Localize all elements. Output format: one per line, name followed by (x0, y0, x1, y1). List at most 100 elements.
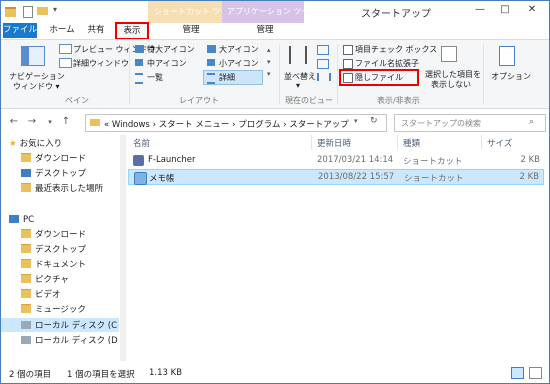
status-item-count: 2 個の項目 (9, 370, 52, 380)
window-title: スタートアップ (361, 9, 431, 20)
l-icons-button[interactable]: 大アイコン (219, 44, 259, 55)
nav-pc-downloads-label: ダウンロード (35, 230, 87, 240)
nav-music[interactable]: ミュージック (21, 303, 86, 317)
breadcrumb-separator[interactable]: › (153, 120, 156, 130)
quick-access-toolbar: ▾ (5, 5, 85, 19)
tab-home[interactable]: ホーム (45, 23, 79, 38)
details-pane-icon (59, 58, 72, 68)
file-size: 2 KB (519, 172, 539, 182)
tab-manage-shortcut[interactable]: 管理 (171, 23, 211, 38)
maximize-button[interactable]: □ (496, 3, 514, 17)
videos-folder-icon (21, 289, 31, 298)
group-by-icon[interactable] (317, 45, 329, 55)
column-divider[interactable] (397, 135, 398, 149)
address-bar[interactable]: « Windows › スタート メニュー › プログラム › スタートアップ … (85, 114, 387, 132)
status-bar: 2 個の項目 1 個の項目を選択 1.13 KB (1, 363, 549, 383)
column-header-date[interactable]: 更新日時 (317, 137, 351, 149)
breadcrumb-overflow[interactable]: « (104, 120, 109, 130)
nav-local-d-label: ローカル ディスク (D (35, 336, 118, 346)
breadcrumb: « Windows › スタート メニュー › プログラム › スタートアップ (104, 118, 349, 130)
context-tab-shortcut-tools: ショートカット ツール (148, 1, 237, 23)
large-icons-toggle-icon[interactable] (529, 367, 542, 379)
nav-pc-downloads[interactable]: ダウンロード (21, 228, 86, 242)
item-checkbox-toggle[interactable] (343, 45, 353, 55)
group-label-layout: レイアウト (179, 96, 219, 105)
search-placeholder: スタートアップの検索 (401, 119, 481, 128)
tab-share[interactable]: 共有 (81, 23, 111, 38)
tab-file[interactable]: ファイル (3, 23, 37, 38)
forward-button[interactable]: → (25, 115, 39, 129)
m-icons-button[interactable]: 中アイコン (147, 58, 187, 69)
close-button[interactable]: ✕ (523, 3, 541, 17)
tab-manage-app[interactable]: 管理 (245, 23, 285, 38)
breadcrumb-startup[interactable]: スタートアップ (289, 120, 349, 130)
refresh-icon[interactable]: ↻ (370, 116, 378, 126)
breadcrumb-start-menu[interactable]: スタート メニュー (159, 120, 230, 130)
nav-desktop[interactable]: デスクトップ (21, 167, 86, 181)
file-name: F-Launcher (148, 155, 196, 165)
column-header-type[interactable]: 種類 (403, 137, 420, 149)
nav-downloads-label: ダウンロード (35, 154, 87, 164)
hide-selected-icon (441, 46, 457, 62)
breadcrumb-separator[interactable]: › (283, 120, 286, 130)
nav-pictures[interactable]: ピクチャ (21, 273, 69, 287)
dropdown-icon[interactable]: ▾ (53, 5, 57, 14)
view-tab-highlight (115, 22, 149, 40)
up-button[interactable]: ↑ (59, 115, 73, 129)
nav-scrollbar[interactable] (120, 135, 126, 361)
column-header-size[interactable]: サイズ (487, 137, 512, 149)
group-separator (279, 44, 280, 104)
search-box[interactable]: スタートアップの検索 ⌕ (394, 114, 546, 132)
details-view-toggle-icon[interactable] (511, 367, 524, 379)
item-checkbox-label: 項目チェック ボックス (355, 45, 438, 54)
add-columns-icon[interactable] (317, 59, 329, 69)
nav-pictures-label: ピクチャ (35, 275, 69, 285)
nav-downloads[interactable]: ダウンロード (21, 152, 86, 166)
search-icon[interactable]: ⌕ (529, 117, 534, 127)
options-button[interactable]: オプション (491, 71, 531, 82)
file-size: 2 KB (520, 155, 540, 165)
group-separator (483, 44, 484, 104)
xl-icons-button[interactable]: 特大アイコン (147, 44, 195, 55)
details-view-label: 詳細 (219, 73, 235, 82)
column-header-name[interactable]: 名前 (133, 137, 150, 149)
downloads-icon (21, 153, 31, 162)
sort-dropdown-icon[interactable]: ▾ (296, 81, 300, 90)
file-row-selected[interactable]: メモ帳 2013/08/22 15:57 ショートカット 2 KB (128, 169, 544, 185)
nav-local-disk-d[interactable]: ローカル ディスク (D (21, 334, 118, 348)
minimize-button[interactable]: — (471, 3, 489, 17)
nav-favorites[interactable]: ★ お気に入り (9, 137, 62, 151)
new-folder-icon[interactable] (37, 7, 48, 15)
column-divider[interactable] (311, 135, 312, 149)
preview-pane-icon (59, 44, 72, 54)
back-button[interactable]: ← (7, 115, 21, 129)
s-icons-button[interactable]: 小アイコン (219, 58, 259, 69)
file-type: ショートカット (404, 174, 464, 184)
details-view-icon (207, 73, 215, 84)
fit-columns-icon[interactable] (317, 73, 331, 81)
nav-videos[interactable]: ビデオ (21, 288, 61, 302)
layout-scroll-arrows[interactable]: ▴ ▾ ▾ (267, 44, 271, 80)
nav-pc[interactable]: PC (9, 213, 34, 227)
nav-favorites-label: お気に入り (19, 139, 63, 149)
nav-recent[interactable]: 最近表示した場所 (21, 182, 103, 196)
nav-local-disk-c[interactable]: ローカル ディスク (C (21, 319, 117, 333)
breadcrumb-windows[interactable]: Windows (112, 120, 150, 130)
address-dropdown-icon[interactable]: ▾ (354, 117, 358, 125)
extension-checkbox[interactable] (343, 59, 353, 69)
file-row[interactable]: F-Launcher 2017/03/21 14:14 ショートカット 2 KB (128, 153, 544, 169)
nav-pc-desktop[interactable]: デスクトップ (21, 243, 86, 257)
nav-documents[interactable]: ドキュメント (21, 258, 86, 272)
pictures-folder-icon (21, 274, 31, 283)
properties-icon[interactable] (23, 6, 33, 18)
breadcrumb-separator[interactable]: › (232, 120, 235, 130)
list-view-button[interactable]: 一覧 (147, 72, 163, 83)
recent-locations-button[interactable]: ▾ (43, 115, 57, 129)
breadcrumb-programs[interactable]: プログラム (238, 120, 280, 130)
details-pane-button[interactable]: 詳細ウィンドウ (73, 58, 129, 69)
group-label-show-hide: 表示/非表示 (377, 96, 420, 105)
navigation-pane-button-line2: ウィンドウ ▾ (13, 82, 60, 91)
file-date: 2013/08/22 15:57 (318, 172, 395, 182)
ribbon: ナビゲーション ウィンドウ ▾ プレビュー ウィンドウ 詳細ウィンドウ ペイン … (1, 39, 549, 109)
column-divider[interactable] (481, 135, 482, 149)
